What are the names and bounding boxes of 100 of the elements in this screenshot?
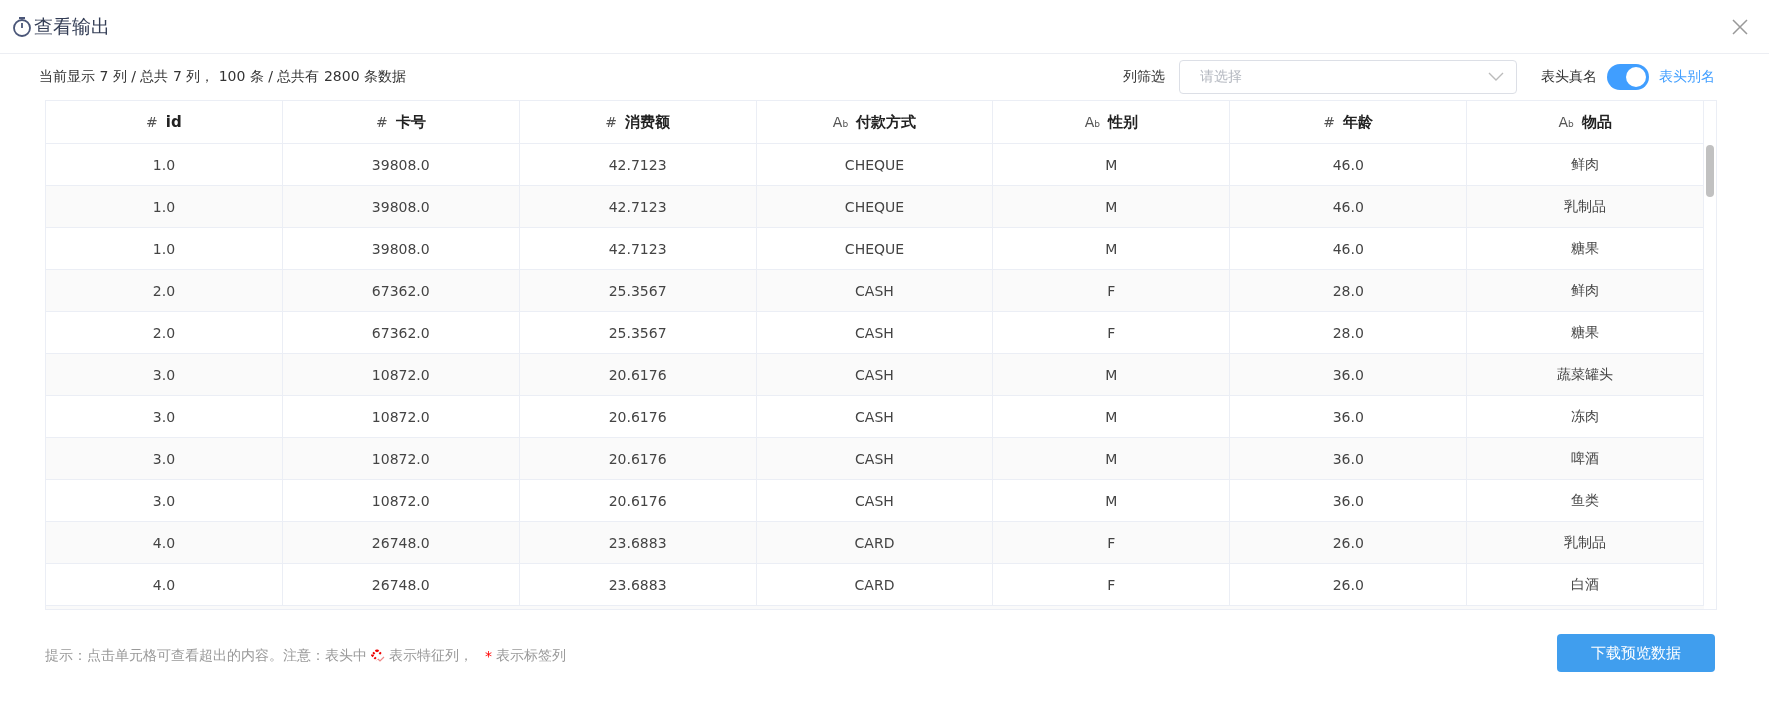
table-cell: 36.0 xyxy=(1230,396,1468,437)
table-cell: 67362.0 xyxy=(282,312,520,353)
hint-text: 表示标签列 xyxy=(496,647,566,665)
table-cell: 10872.0 xyxy=(282,396,520,437)
table-cell: M xyxy=(993,228,1231,269)
type-mark: # xyxy=(375,114,388,130)
table-cell: 42.7123 xyxy=(519,186,757,227)
column-title: 年龄 xyxy=(1343,112,1374,132)
table-cell: 乳制品 xyxy=(1467,186,1704,227)
hint-text: 表示特征列， xyxy=(389,647,473,665)
table-cell: 20.6176 xyxy=(519,438,757,479)
table-cell: 4.0 xyxy=(46,564,283,605)
table-cell: 乳制品 xyxy=(1467,522,1704,563)
table-cell: CASH xyxy=(756,312,994,353)
table-cell: F xyxy=(993,270,1231,311)
table-cell: M xyxy=(993,144,1231,185)
table-cell: CHEQUE xyxy=(756,186,994,227)
table-cell: CARD xyxy=(756,564,994,605)
table-cell: 3.0 xyxy=(46,480,283,521)
table-cell: 2.0 xyxy=(46,312,283,353)
alias-label: 表头别名 xyxy=(1659,68,1715,86)
table-cell: 39808.0 xyxy=(282,186,520,227)
chevron-down-icon xyxy=(1488,72,1504,82)
table-cell: 39808.0 xyxy=(282,228,520,269)
table-cell: 冻肉 xyxy=(1467,396,1704,437)
table-cell: CARD xyxy=(756,522,994,563)
table-cell: 糖果 xyxy=(1467,312,1704,353)
column-title: 付款方式 xyxy=(856,112,917,132)
table-cell: 36.0 xyxy=(1230,438,1468,479)
table-cell: 3.0 xyxy=(46,354,283,395)
table-cell: F xyxy=(993,564,1231,605)
table-cell: CASH xyxy=(756,438,994,479)
label-mark: * xyxy=(485,648,492,664)
table-cell: CASH xyxy=(756,396,994,437)
table-cell: 20.6176 xyxy=(519,354,757,395)
close-button[interactable] xyxy=(1731,17,1749,36)
real-name-label: 表头真名 xyxy=(1541,68,1597,86)
table-cell: 36.0 xyxy=(1230,354,1468,395)
table-cell: F xyxy=(993,312,1231,353)
table-cell: 3.0 xyxy=(46,396,283,437)
table-cell: CASH xyxy=(756,480,994,521)
table-cell: 23.6883 xyxy=(519,522,757,563)
table-cell: 白酒 xyxy=(1467,564,1704,605)
stopwatch-icon xyxy=(12,15,32,38)
table-cell: 10872.0 xyxy=(282,480,520,521)
table-cell: 3.0 xyxy=(46,438,283,479)
table-cell: 25.3567 xyxy=(519,312,757,353)
column-title: id xyxy=(165,113,182,131)
table-cell: M xyxy=(993,396,1231,437)
table-cell: 鲜肉 xyxy=(1467,270,1704,311)
table-cell: 26.0 xyxy=(1230,522,1468,563)
filter-label: 列筛选 xyxy=(1123,68,1165,86)
dialog-title: 查看输出 xyxy=(34,13,110,39)
table-cell: 20.6176 xyxy=(519,396,757,437)
type-mark: # xyxy=(1323,114,1336,130)
table-cell: 10872.0 xyxy=(282,354,520,395)
table-cell: 28.0 xyxy=(1230,312,1468,353)
table-cell: M xyxy=(993,354,1231,395)
table-cell: 26748.0 xyxy=(282,564,520,605)
table-cell: 42.7123 xyxy=(519,228,757,269)
type-mark: # xyxy=(605,114,617,130)
summary-text: 当前显示 7 列 / 总共 7 列， 100 条 / 总共有 2800 条数据 xyxy=(39,68,406,86)
table-cell: 36.0 xyxy=(1230,480,1468,521)
feature-column-icon xyxy=(371,649,385,663)
table-cell: 1.0 xyxy=(46,144,283,185)
table-cell: 2.0 xyxy=(46,270,283,311)
table-cell: CHEQUE xyxy=(756,144,994,185)
table-cell: 糖果 xyxy=(1467,228,1704,269)
table-cell: 啤酒 xyxy=(1467,438,1704,479)
table-cell: 1.0 xyxy=(46,228,283,269)
hint-text: 提示：点击单元格可查看超出的内容。注意：表头中 xyxy=(45,647,367,665)
table-cell: 28.0 xyxy=(1230,270,1468,311)
table-cell: CASH xyxy=(756,354,994,395)
table-cell: 46.0 xyxy=(1230,228,1468,269)
table-cell: 39808.0 xyxy=(282,144,520,185)
table-cell: 67362.0 xyxy=(282,270,520,311)
table-cell: 23.6883 xyxy=(519,564,757,605)
table-cell: 42.7123 xyxy=(519,144,757,185)
download-button[interactable]: 下载预览数据 xyxy=(1557,634,1715,672)
header-toggle[interactable] xyxy=(1607,64,1649,90)
column-title: 消费额 xyxy=(625,112,670,132)
column-title: 性别 xyxy=(1108,112,1138,132)
table-cell: 鲜肉 xyxy=(1467,144,1704,185)
table-cell: CASH xyxy=(756,270,994,311)
type-mark: # xyxy=(146,114,158,130)
table-cell: 鱼类 xyxy=(1467,480,1704,521)
scrollbar-thumb[interactable] xyxy=(1706,145,1714,197)
table-cell: 46.0 xyxy=(1230,144,1468,185)
table-cell: 10872.0 xyxy=(282,438,520,479)
table-cell: 26748.0 xyxy=(282,522,520,563)
table-cell: 26.0 xyxy=(1230,564,1468,605)
table-cell: 蔬菜罐头 xyxy=(1467,354,1704,395)
table-cell: M xyxy=(993,186,1231,227)
table-cell: CHEQUE xyxy=(756,228,994,269)
table-cell: 20.6176 xyxy=(519,480,757,521)
column-title: 卡号 xyxy=(395,112,426,132)
table-cell: 1.0 xyxy=(46,186,283,227)
table-cell: 25.3567 xyxy=(519,270,757,311)
column-filter-select[interactable]: 请选择 xyxy=(1179,60,1517,94)
table-cell: M xyxy=(993,438,1231,479)
